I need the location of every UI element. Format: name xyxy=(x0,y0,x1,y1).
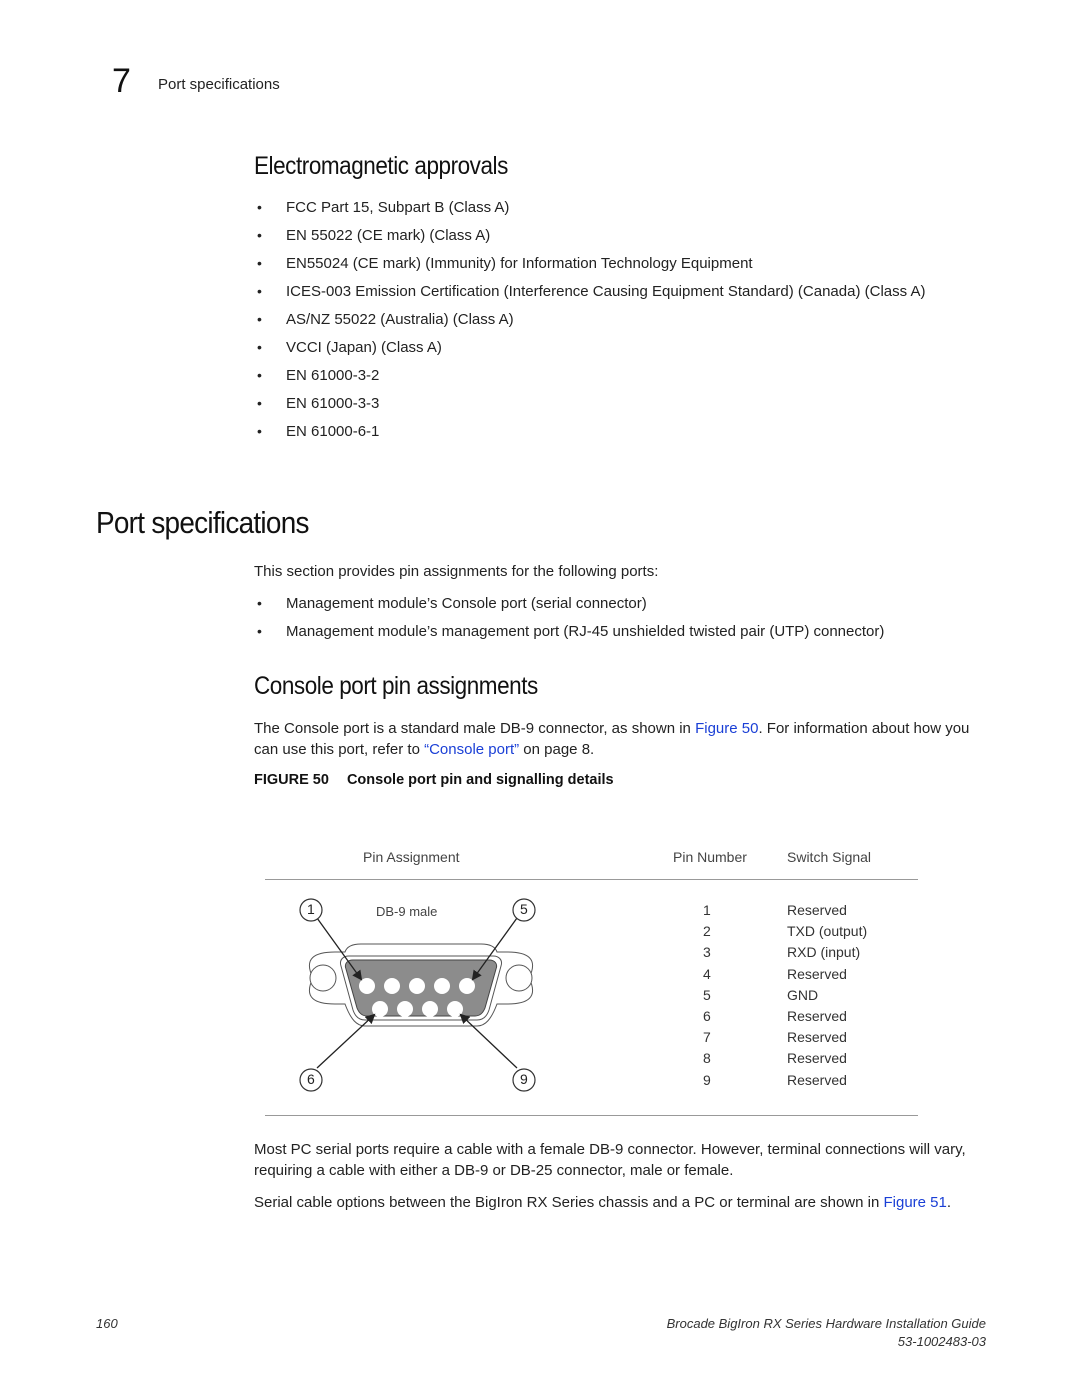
cable-options-paragraph: Serial cable options between the BigIron… xyxy=(254,1194,952,1211)
serial-ports-paragraph: Most PC serial ports require a cable wit… xyxy=(254,1141,966,1179)
pin-number: 1 xyxy=(703,902,711,918)
list-item: • EN 61000-3-3 xyxy=(257,395,380,412)
pin-8 xyxy=(422,1001,438,1017)
pin-signal: RXD (input) xyxy=(787,944,861,961)
figure-caption: FIGURE 50 Console port pin and signalling… xyxy=(254,772,614,788)
page-number: 160 xyxy=(96,1316,118,1331)
doc-title: Brocade BigIron RX Series Hardware Insta… xyxy=(666,1316,986,1331)
list-item: • VCCI (Japan) (Class A) xyxy=(257,339,442,356)
port-specs-intro: This section provides pin assignments fo… xyxy=(254,563,659,580)
list-item: • ICES-003 Emission Certification (Interf… xyxy=(257,283,926,300)
bullet-icon: • xyxy=(257,395,262,411)
pin-signal: Reserved xyxy=(787,1029,847,1046)
list-item: • Management module’s Console port (seria… xyxy=(257,595,647,612)
pin-2 xyxy=(384,978,400,994)
section-title-port-specifications: Port specifications xyxy=(96,505,309,540)
callout-label-9: 9 xyxy=(520,1071,528,1087)
section-title-electromagnetic: Electromagnetic approvals xyxy=(254,152,508,180)
pin-1 xyxy=(359,978,375,994)
pin-signal: Reserved xyxy=(787,965,847,982)
figure-51-link[interactable]: Figure 51 xyxy=(884,1194,947,1211)
bullet-icon: • xyxy=(257,255,262,271)
pin-number: 8 xyxy=(703,1050,711,1067)
bullet-icon: • xyxy=(257,199,262,215)
col-header-pin-assignment: Pin Assignment xyxy=(363,849,460,865)
pin-number: 5 xyxy=(703,986,711,1003)
pin-3 xyxy=(409,978,425,994)
console-port-link[interactable]: “Console port” xyxy=(424,741,519,758)
list-item: • EN55024 (CE mark) (Immunity) for Inform… xyxy=(257,255,753,272)
pin-number: 6 xyxy=(703,1008,711,1024)
pin-6 xyxy=(372,1001,388,1017)
list-item: • AS/NZ 55022 (Australia) (Class A) xyxy=(257,311,514,328)
section-title-console-port: Console port pin assignments xyxy=(254,672,538,700)
pin-signal: Reserved xyxy=(787,1071,847,1088)
list-item: • Management module’s management port (RJ… xyxy=(257,623,885,640)
bullet-icon: • xyxy=(257,367,262,383)
callout-arrow-9 xyxy=(459,1013,518,1069)
list-item: • EN 55022 (CE mark) (Class A) xyxy=(257,227,491,244)
pin-9 xyxy=(447,1001,463,1017)
mount-hole-right xyxy=(505,964,533,992)
figure-50: Pin Assignment Pin Number Switch Signal … xyxy=(265,840,918,1120)
col-header-switch-signal: Switch Signal xyxy=(787,849,872,865)
pin-number: 2 xyxy=(703,923,711,940)
pin-number: 9 xyxy=(703,1071,711,1088)
figure-caption-text: Console port pin and signalling details xyxy=(346,772,614,788)
pin-number: 7 xyxy=(703,1029,711,1046)
bullet-icon: • xyxy=(257,623,262,639)
pin-7 xyxy=(397,1001,413,1017)
port-specs-list: • Management module’s Console port (seria… xyxy=(254,593,984,649)
pin-number: 4 xyxy=(703,965,711,982)
bullet-icon: • xyxy=(257,311,262,327)
list-item: • FCC Part 15, Subpart B (Class A) xyxy=(257,199,510,216)
pin-signal: Reserved xyxy=(787,1008,847,1024)
pin-4 xyxy=(434,978,450,994)
bullet-icon: • xyxy=(257,283,262,299)
console-paragraph: The Console port is a standard male DB-9… xyxy=(254,720,970,758)
chapter-number: 7 xyxy=(112,62,131,100)
running-head: Port specifications xyxy=(158,76,280,93)
bullet-icon: • xyxy=(257,339,262,355)
callout-label-1: 1 xyxy=(307,901,315,917)
pin-number: 3 xyxy=(703,944,711,961)
pin-signal: TXD (output) xyxy=(787,923,868,940)
bullet-icon: • xyxy=(257,227,262,243)
mount-hole-left xyxy=(309,964,337,992)
figure-50-link[interactable]: Figure 50 xyxy=(695,720,758,737)
col-header-pin-number: Pin Number xyxy=(673,849,747,865)
list-item: • EN 61000-6-1 xyxy=(257,423,380,440)
pin-signal: GND xyxy=(787,986,819,1003)
pin-signal: Reserved xyxy=(787,902,847,918)
callout-arrow-6 xyxy=(316,1013,376,1069)
list-item: • EN 61000-3-2 xyxy=(257,367,380,384)
bullet-icon: • xyxy=(257,423,262,439)
bullet-icon: • xyxy=(257,595,262,611)
figure-label: FIGURE 50 xyxy=(254,772,329,788)
pin-signal: Reserved xyxy=(787,1050,847,1067)
callout-label-5: 5 xyxy=(520,901,528,917)
doc-number: 53-1002483-03 xyxy=(897,1334,986,1349)
pin-5 xyxy=(459,978,475,994)
electromagnetic-list: • FCC Part 15, Subpart B (Class A) • EN 55… xyxy=(254,197,984,449)
callout-label-6: 6 xyxy=(307,1071,315,1087)
